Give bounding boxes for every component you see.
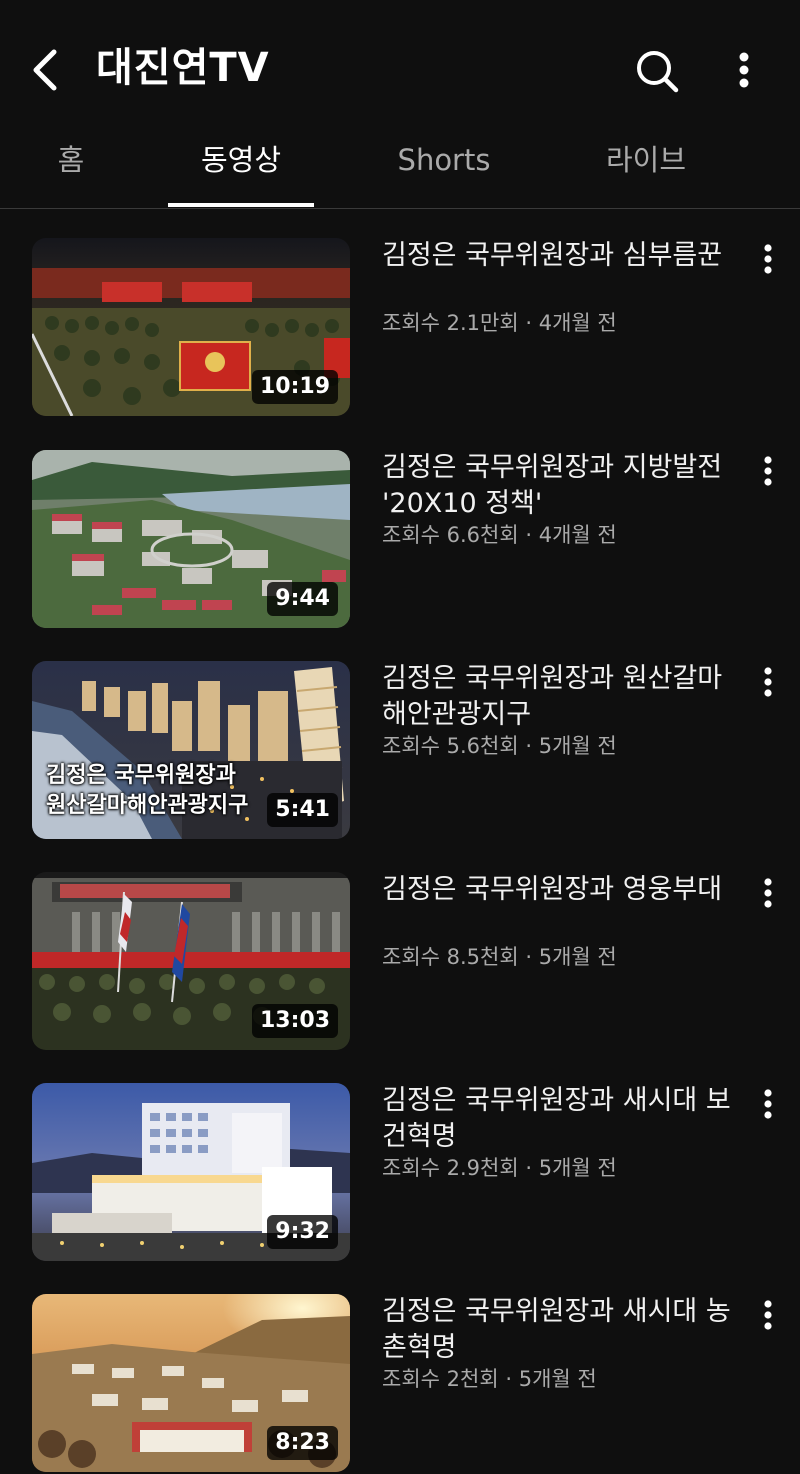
more-vert-icon[interactable]	[752, 663, 784, 703]
video-title[interactable]: 김정은 국무위원장과 지방발전 '20X10 정책'	[382, 450, 734, 522]
more-vert-icon[interactable]	[752, 1296, 784, 1336]
video-meta: 조회수 2.1만회 · 4개월 전	[382, 308, 617, 338]
upload-age: 4개월 전	[538, 311, 617, 335]
video-title[interactable]: 김정은 국무위원장과 심부름꾼	[382, 238, 734, 274]
upload-age: 5개월 전	[538, 945, 617, 969]
view-count: 조회수 5.6천회	[382, 734, 519, 758]
upload-age: 4개월 전	[538, 523, 617, 547]
search-icon[interactable]	[630, 44, 684, 98]
video-duration: 10:19	[251, 370, 338, 404]
video-title[interactable]: 김정은 국무위원장과 새시대 농촌혁명	[382, 1294, 734, 1366]
video-duration: 8:23	[267, 1426, 338, 1460]
more-vert-icon[interactable]	[724, 46, 764, 96]
video-item: 9:44 김정은 국무위원장과 지방발전 '20X10 정책' 조회수 6.6천…	[0, 450, 800, 630]
video-item: 김정은 국무위원장과 원산갈마해안관광지구 5:41 김정은 국무위원장과 원산…	[0, 661, 800, 841]
back-arrow-icon[interactable]	[24, 44, 72, 96]
video-item: 8:23 김정은 국무위원장과 새시대 농촌혁명 조회수 2천회 · 5개월 전	[0, 1294, 800, 1474]
thumbnail-caption-line: 원산갈마해안관광지구	[46, 793, 249, 818]
upload-age: 5개월 전	[538, 1156, 617, 1180]
video-meta: 조회수 8.5천회 · 5개월 전	[382, 942, 617, 972]
meta-separator: ·	[525, 1156, 533, 1180]
view-count: 조회수 2.1만회	[382, 311, 519, 335]
meta-separator: ·	[525, 734, 533, 758]
video-title[interactable]: 김정은 국무위원장과 영웅부대	[382, 872, 734, 908]
more-vert-icon[interactable]	[752, 1085, 784, 1125]
meta-separator: ·	[525, 945, 533, 969]
view-count: 조회수 6.6천회	[382, 523, 519, 547]
tab-live[interactable]: 라이브	[586, 120, 706, 206]
video-item: 13:03 김정은 국무위원장과 영웅부대 조회수 8.5천회 · 5개월 전	[0, 872, 800, 1052]
active-tab-indicator	[168, 203, 314, 207]
upload-age: 5개월 전	[538, 734, 617, 758]
video-duration: 9:44	[267, 582, 338, 616]
video-meta: 조회수 5.6천회 · 5개월 전	[382, 731, 617, 761]
video-item: 9:32 김정은 국무위원장과 새시대 보건혁명 조회수 2.9천회 · 5개월…	[0, 1083, 800, 1263]
video-thumbnail[interactable]: 9:32	[32, 1083, 350, 1261]
video-thumbnail[interactable]: 8:23	[32, 1294, 350, 1472]
video-meta: 조회수 2천회 · 5개월 전	[382, 1364, 597, 1394]
more-vert-icon[interactable]	[752, 874, 784, 914]
video-meta: 조회수 2.9천회 · 5개월 전	[382, 1153, 617, 1183]
channel-title: 대진연TV	[96, 45, 270, 91]
meta-separator: ·	[505, 1367, 513, 1391]
video-thumbnail[interactable]: 10:19	[32, 238, 350, 416]
view-count: 조회수 2.9천회	[382, 1156, 519, 1180]
view-count: 조회수 8.5천회	[382, 945, 519, 969]
video-thumbnail[interactable]: 13:03	[32, 872, 350, 1050]
view-count: 조회수 2천회	[382, 1367, 499, 1391]
top-app-bar: 대진연TV	[0, 0, 800, 130]
video-meta: 조회수 6.6천회 · 4개월 전	[382, 520, 617, 550]
video-title[interactable]: 김정은 국무위원장과 원산갈마해안관광지구	[382, 661, 734, 733]
video-title[interactable]: 김정은 국무위원장과 새시대 보건혁명	[382, 1083, 734, 1155]
meta-separator: ·	[525, 523, 533, 547]
upload-age: 5개월 전	[518, 1367, 597, 1391]
video-duration: 13:03	[251, 1004, 338, 1038]
meta-separator: ·	[525, 311, 533, 335]
more-vert-icon[interactable]	[752, 240, 784, 280]
video-duration: 5:41	[267, 793, 338, 827]
video-item: 10:19 김정은 국무위원장과 심부름꾼 조회수 2.1만회 · 4개월 전	[0, 238, 800, 418]
video-thumbnail[interactable]: 김정은 국무위원장과 원산갈마해안관광지구 5:41	[32, 661, 350, 839]
tab-videos[interactable]: 동영상	[168, 120, 314, 206]
channel-tabs: 홈 동영상 Shorts 라이브	[0, 120, 800, 209]
tab-home[interactable]: 홈	[30, 120, 112, 206]
video-thumbnail[interactable]: 9:44	[32, 450, 350, 628]
tab-shorts[interactable]: Shorts	[380, 120, 508, 206]
more-vert-icon[interactable]	[752, 452, 784, 492]
thumbnail-caption: 김정은 국무위원장과 원산갈마해안관광지구	[46, 761, 248, 821]
video-duration: 9:32	[267, 1215, 338, 1249]
thumbnail-caption-line: 김정은 국무위원장과	[46, 763, 236, 788]
